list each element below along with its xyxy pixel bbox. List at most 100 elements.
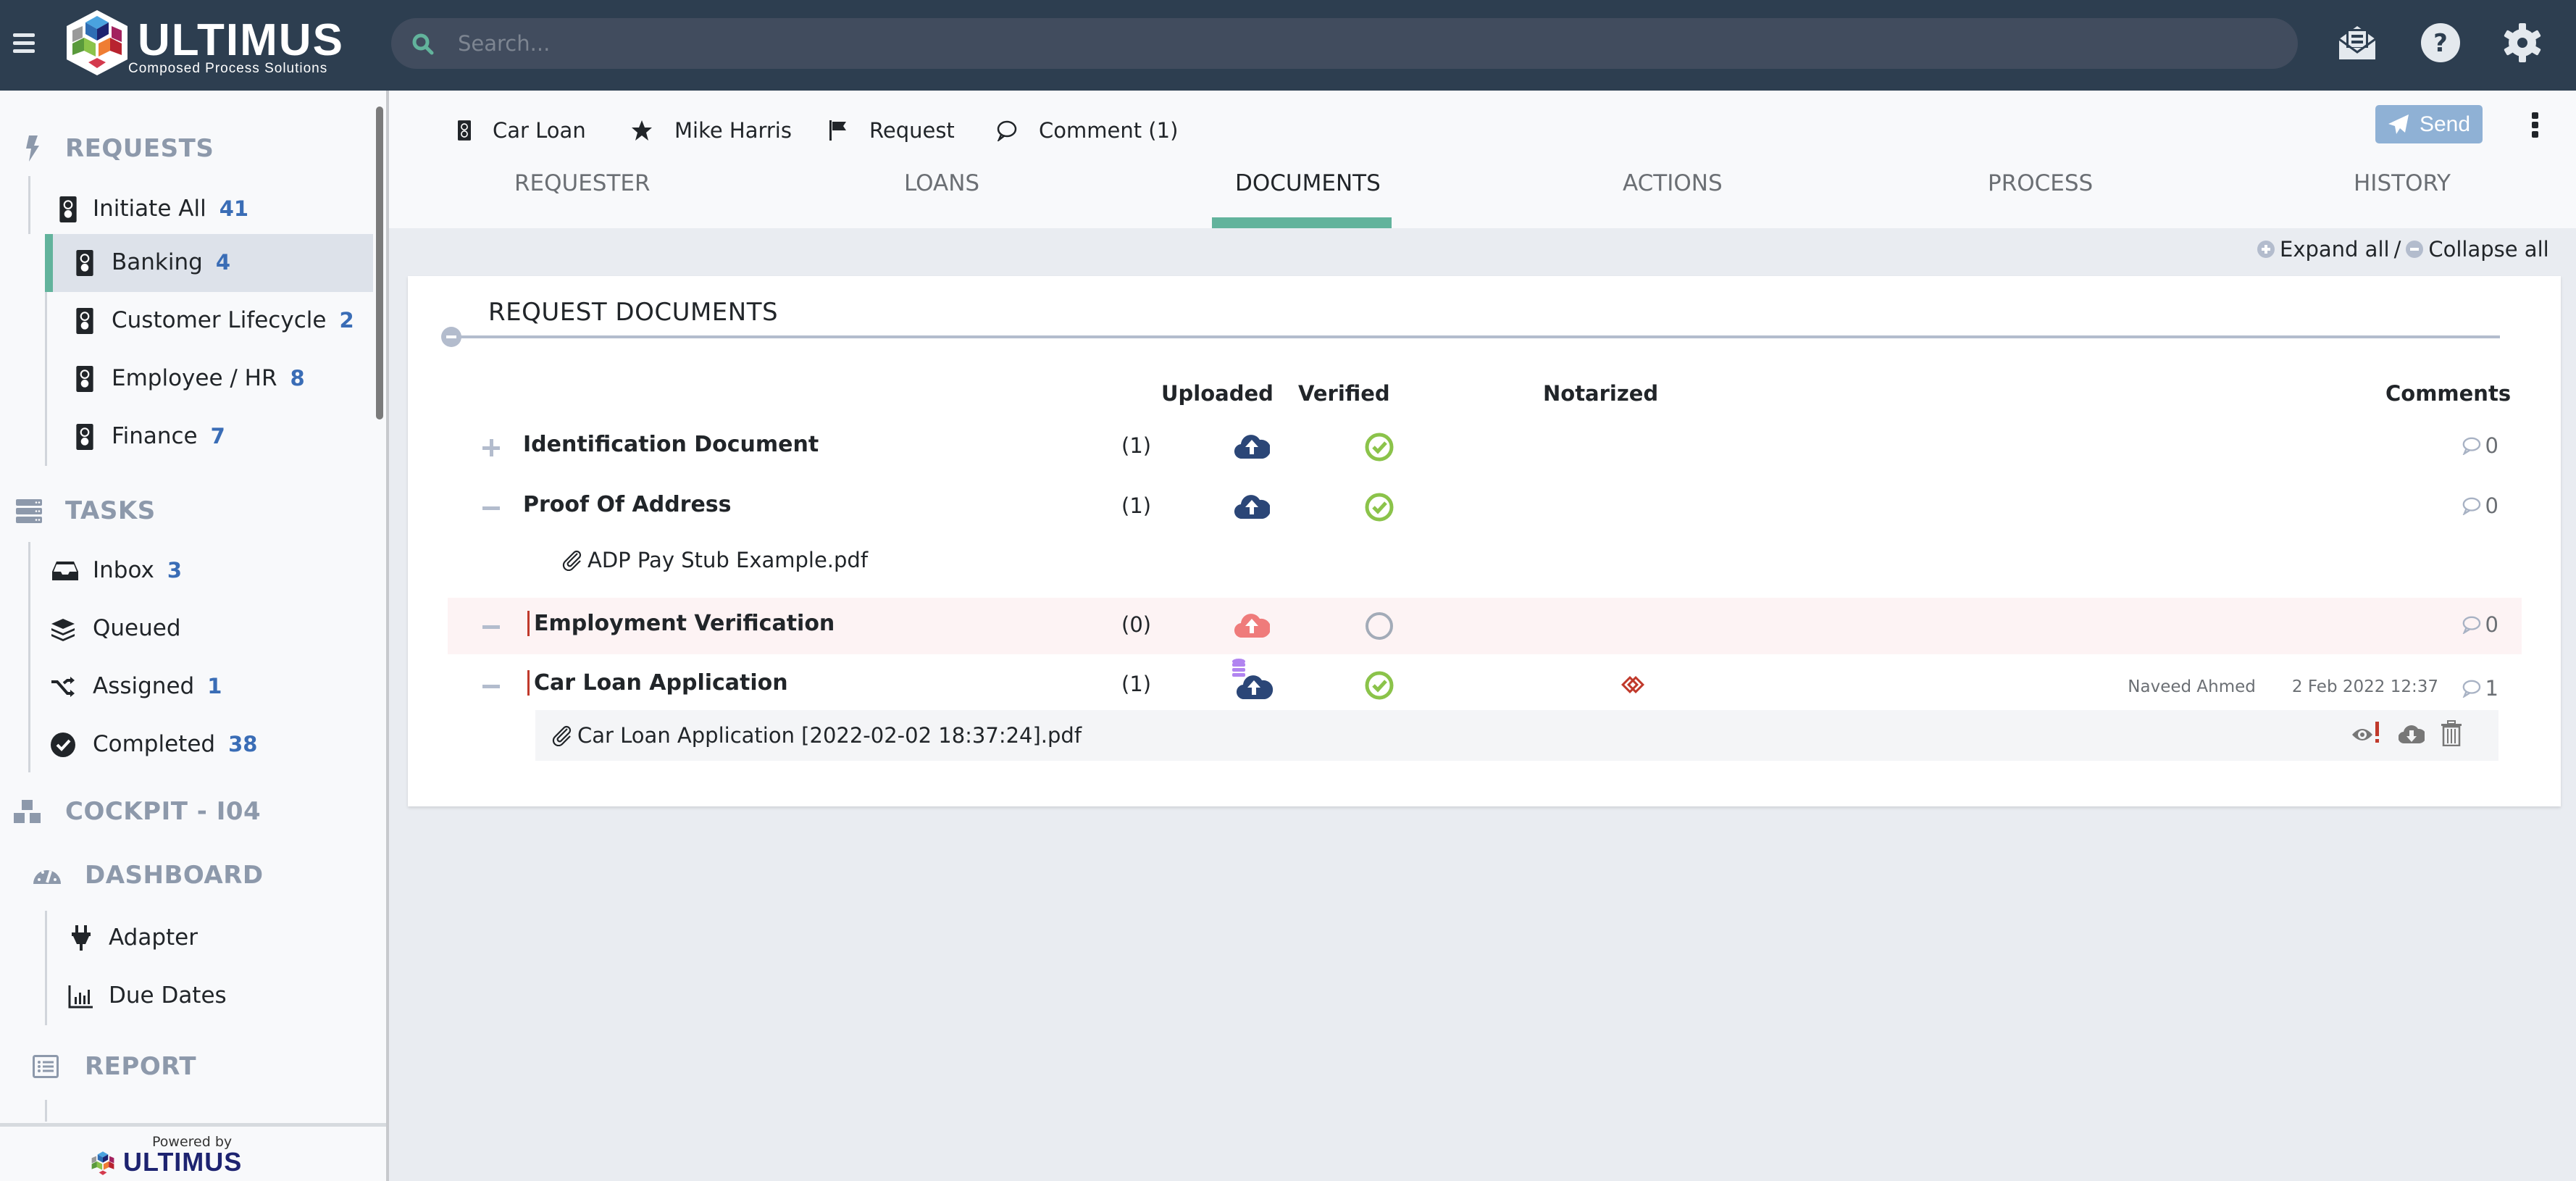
sidebar-item-completed[interactable]: Completed 38 [29,716,373,774]
item-label: Completed [93,731,216,757]
collapse-all-link[interactable]: Collapse all [2405,237,2549,262]
gauge-icon [33,870,61,884]
cloud-download-icon[interactable] [2398,722,2427,750]
document-name[interactable]: Car Loan Application [527,670,788,696]
sidebar-item-inbox[interactable]: Inbox 3 [29,542,373,600]
item-label: Customer Lifecycle [112,307,327,333]
item-label: Assigned [93,673,195,699]
expand-all-link[interactable]: Expand all [2257,237,2390,262]
item-label: Queued [93,615,181,641]
tab-history[interactable]: HISTORY [2354,170,2451,228]
expand-icon[interactable] [482,439,500,456]
sidebar-item-due-dates[interactable]: Due Dates [45,967,373,1025]
envelope-open-icon[interactable] [2336,22,2380,65]
svg-text:?: ? [2433,29,2448,58]
upload-meta: Naveed Ahmed 2 Feb 2022 12:37 [2128,677,2438,696]
minus-circle-icon [2406,241,2424,258]
brand-tagline: Composed Process Solutions [128,61,328,76]
layers-icon [51,619,75,641]
sidebar-item-assigned[interactable]: Assigned 1 [29,658,373,716]
sidebar-item-finance[interactable]: Finance 7 [45,408,373,466]
search-input[interactable] [458,18,2269,69]
cloud-upload-icon[interactable] [1234,490,1270,523]
file-count: (1) [1121,672,1152,696]
verified-check-icon [1365,671,1394,700]
view-alert-icon[interactable] [2351,720,2383,751]
plus-circle-icon [2257,241,2275,258]
document-name[interactable]: Proof Of Address [523,492,732,517]
comments-count[interactable]: 1 [2461,676,2498,701]
breadcrumb-comments[interactable]: Comment (1) [995,112,1178,149]
sidebar-item-queued[interactable]: Queued [29,600,373,658]
sidebar-item-customer-lifecycle[interactable]: Customer Lifecycle 2 [45,292,373,350]
flag-icon [829,120,846,141]
breadcrumb-requester[interactable]: Mike Harris [631,112,792,149]
gear-icon[interactable] [2501,22,2545,65]
document-row-missing: Employment Verification (0) 0 [448,598,2522,654]
sidebar-scrollbar[interactable] [376,107,383,420]
breadcrumb-type[interactable]: Request [829,112,955,149]
inbox-icon [52,562,78,580]
item-count: 1 [207,674,222,698]
trash-icon[interactable] [2441,720,2462,751]
unverified-circle-icon [1366,612,1393,640]
sidebar-item-banking[interactable]: Banking 4 [45,234,373,292]
section-label: COCKPIT - I04 [65,797,262,826]
section-label: TASKS [65,496,156,525]
check-circle-icon [51,733,75,757]
sidebar-item-employee-hr[interactable]: Employee / HR 8 [45,350,373,408]
document-name[interactable]: Identification Document [523,432,819,457]
document-name[interactable]: Employment Verification [527,611,835,636]
collapse-icon[interactable] [482,677,500,695]
item-label: Adapter [109,925,198,951]
comments-count[interactable]: 0 [2461,493,2498,518]
comment-icon [2462,437,2480,455]
more-options-icon[interactable] [2527,112,2542,141]
comments-count[interactable]: 0 [2461,612,2498,637]
file-name[interactable]: ADP Pay Stub Example.pdf [587,548,868,572]
cloud-upload-icon[interactable] [1234,430,1270,463]
comments-count[interactable]: 0 [2461,433,2498,458]
brand-name: ULTIMUS [138,15,344,65]
item-count: 7 [210,424,225,448]
collapse-section-icon[interactable] [441,327,461,347]
collapse-icon[interactable] [482,618,500,635]
file-actions [2351,720,2462,751]
notarize-required-icon[interactable] [1621,675,1644,696]
sidebar-item-adapter[interactable]: Adapter [45,909,373,967]
brand-logo[interactable]: ULTIMUS Composed Process Solutions [67,10,356,76]
comment-icon [997,120,1017,141]
document-row: Proof Of Address (1) 0 [448,479,2522,535]
file-count: (1) [1121,433,1152,458]
menu-icon[interactable] [13,33,35,54]
verified-check-icon [1365,433,1394,462]
collapse-icon[interactable] [482,499,500,517]
traffic-light-icon [76,250,93,276]
star-icon [632,120,652,141]
verified-check-icon [1365,493,1394,522]
sidebar-item-initiate-all[interactable]: Initiate All 41 [29,180,373,238]
uploaded-date: 2 Feb 2022 12:37 [2291,677,2438,696]
item-count: 4 [215,250,230,275]
separator: / [2393,237,2401,262]
tab-actions[interactable]: ACTIONS [1623,170,1723,228]
item-label: Due Dates [109,982,227,1009]
tab-loans[interactable]: LOANS [904,170,979,228]
comment-icon [2462,616,2480,634]
cloud-upload-icon[interactable] [1234,609,1270,642]
item-label: Initiate All [93,196,206,222]
cloud-upload-database-icon[interactable] [1230,657,1275,702]
tab-requester[interactable]: REQUESTER [514,170,651,228]
tab-process[interactable]: PROCESS [1988,170,2093,228]
breadcrumb-label: Request [869,118,955,143]
shuffle-icon [51,677,75,697]
sidebar-footer: Powered by ULTIMUS [0,1123,386,1181]
file-name[interactable]: Car Loan Application [2022-02-02 18:37:2… [577,723,1082,748]
item-count: 38 [228,732,258,756]
breadcrumb-car-loan[interactable]: Car Loan [458,112,586,149]
footer-brand: ULTIMUS [123,1147,243,1177]
comment-count-value: 0 [2485,612,2498,637]
send-button[interactable]: Send [2375,105,2483,143]
search-icon [412,33,434,55]
help-icon[interactable]: ? [2420,22,2463,65]
